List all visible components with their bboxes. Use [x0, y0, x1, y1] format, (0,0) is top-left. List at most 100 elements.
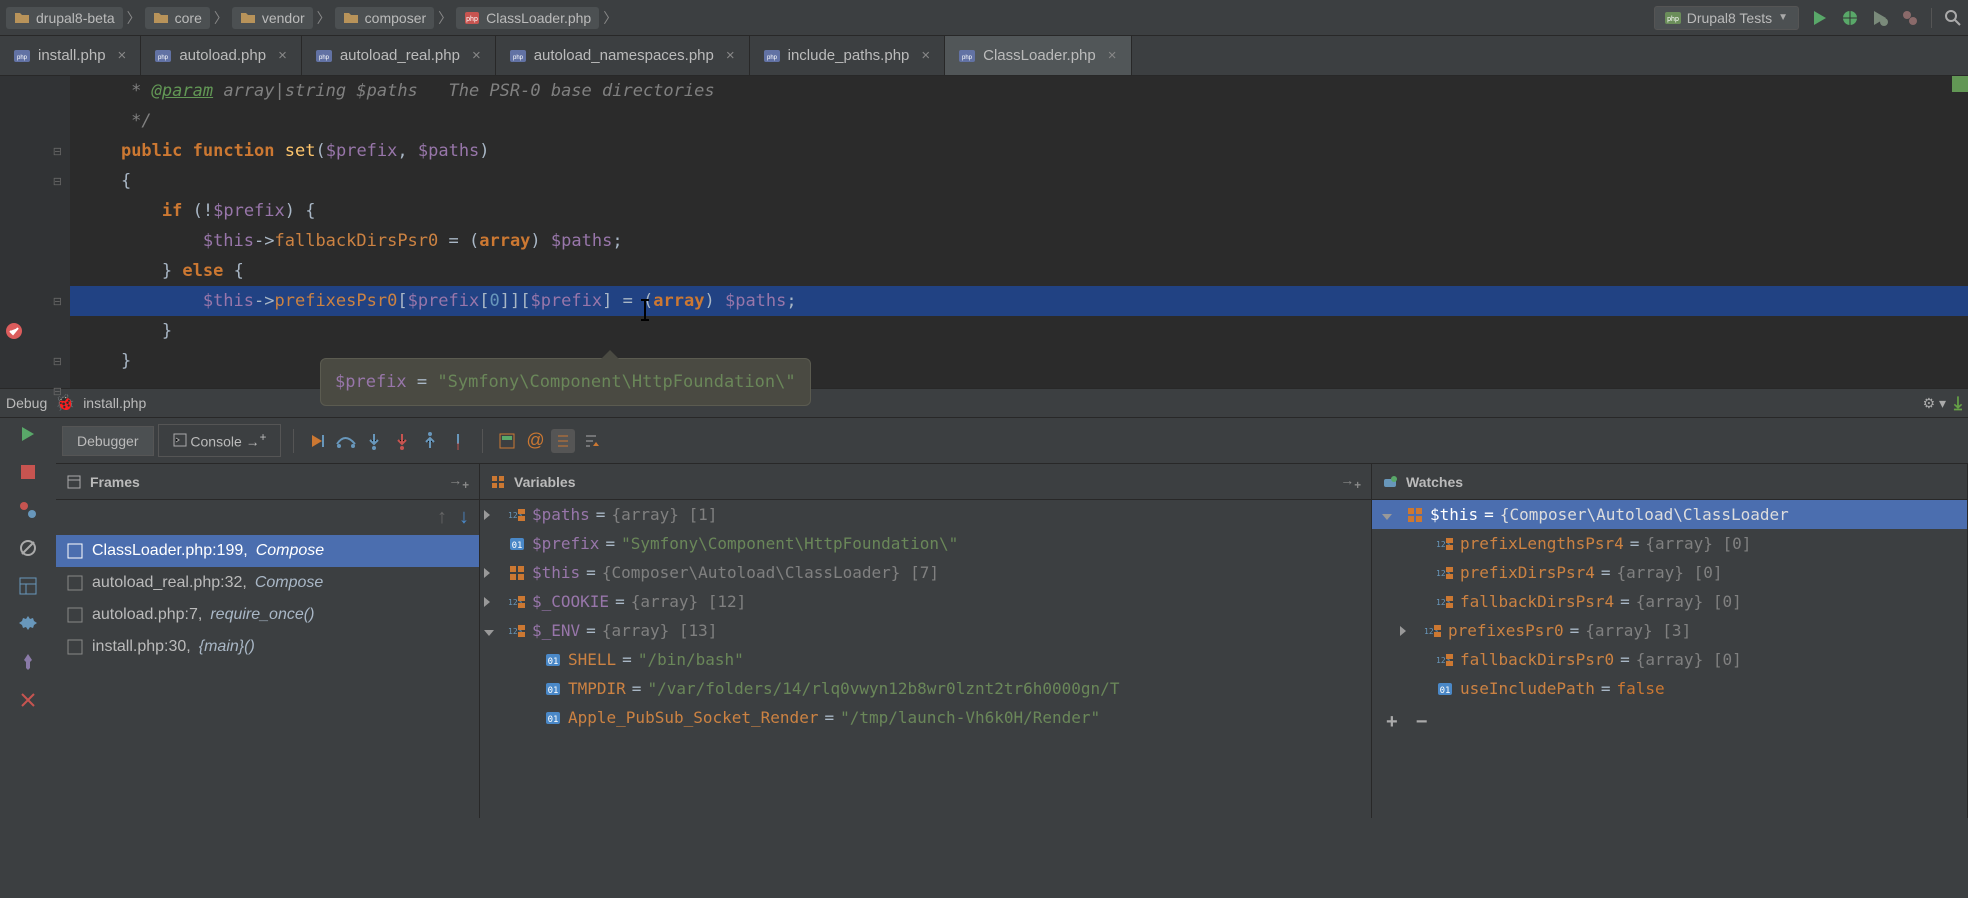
frame-row[interactable]: autoload.php:7, require_once() — [56, 599, 479, 631]
debugger-tab[interactable]: Debugger — [62, 426, 154, 456]
mute-icon[interactable] — [18, 538, 38, 558]
step-into-icon[interactable] — [362, 429, 386, 453]
frame-up-icon[interactable]: ↑ — [437, 506, 447, 529]
coverage-icon[interactable] — [1871, 9, 1889, 27]
popout-icon[interactable]: →+ — [1340, 472, 1361, 492]
close-icon[interactable]: × — [472, 47, 481, 64]
fold-icon[interactable]: ⊟ — [53, 145, 62, 158]
thread-icon[interactable] — [551, 429, 575, 453]
var-row[interactable]: $this = {Composer\Autoload\ClassLoader} … — [480, 558, 1371, 587]
gutter[interactable]: ⊟ ⊟ ⊟ ⊟ ⊟ — [0, 76, 70, 388]
pin-icon[interactable] — [18, 652, 38, 672]
watch-row[interactable]: 01 useIncludePath = false — [1372, 674, 1967, 703]
run-config-dropdown[interactable]: php Drupal8 Tests ▼ — [1654, 6, 1799, 30]
php-icon: php — [316, 48, 332, 64]
pause-break-icon[interactable] — [18, 500, 38, 520]
breakpoint-icon[interactable] — [6, 323, 22, 339]
var-row[interactable]: 123 $_ENV = {array} [13] — [480, 616, 1371, 645]
run-to-cursor-icon[interactable]: I — [446, 429, 470, 453]
close-icon[interactable]: × — [278, 47, 287, 64]
svg-text:01: 01 — [512, 541, 523, 551]
fold-icon[interactable]: ⊟ — [53, 295, 62, 308]
code-area[interactable]: * @param array|string $paths The PSR-0 b… — [70, 76, 1968, 388]
popout-icon[interactable]: →+ — [448, 472, 469, 492]
tab-label: autoload.php — [179, 47, 266, 64]
var-child-row[interactable]: 01 Apple_PubSub_Socket_Render = "/tmp/la… — [480, 703, 1371, 732]
expand-icon[interactable] — [1400, 626, 1406, 636]
watch-row[interactable]: 123 fallbackDirsPsr4 = {array} [0] — [1372, 587, 1967, 616]
top-bar: drupal8-beta〉 core〉 vendor〉 composer〉 ph… — [0, 0, 1968, 36]
expand-icon[interactable] — [484, 568, 490, 578]
close-icon[interactable] — [18, 690, 38, 710]
gear-icon[interactable]: ⚙ ▾ — [1923, 395, 1946, 412]
var-row[interactable]: 01 $prefix = "Symfony\Component\HttpFoun… — [480, 529, 1371, 558]
crumb-2[interactable]: vendor — [232, 7, 313, 29]
close-icon[interactable]: × — [921, 47, 930, 64]
editor-tabs: phpinstall.php× php autoload.php × phpauto… — [0, 36, 1968, 76]
var-row[interactable]: 123 $paths = {array} [1] — [480, 500, 1371, 529]
bug-icon[interactable] — [1841, 9, 1859, 27]
layout-icon[interactable] — [18, 576, 38, 596]
settings-icon[interactable] — [18, 614, 38, 634]
watch-row[interactable]: 123 fallbackDirsPsr0 = {array} [0] — [1372, 645, 1967, 674]
frame-row[interactable]: ClassLoader.php:199, Compose — [56, 535, 479, 567]
debug-panels: Frames →+ ↑ ↓ ClassLoader.php:199, Compo… — [56, 464, 1968, 818]
frames-title: Frames — [90, 474, 140, 490]
tab-include-paths[interactable]: phpinclude_paths.php× — [750, 36, 946, 75]
at-icon[interactable]: @ — [523, 429, 547, 453]
fold-icon[interactable]: ⊟ — [53, 175, 62, 188]
sort-icon[interactable] — [579, 429, 603, 453]
console-tab[interactable]: Console →+ — [158, 424, 282, 457]
breakpoints-icon[interactable] — [1901, 9, 1919, 27]
watch-row[interactable]: 123 prefixDirsPsr4 = {array} [0] — [1372, 558, 1967, 587]
download-icon[interactable]: ⤓ — [1954, 393, 1962, 414]
frame-row[interactable]: autoload_real.php:32, Compose — [56, 567, 479, 599]
close-icon[interactable]: × — [1108, 47, 1117, 64]
var-child-row[interactable]: 01 SHELL = "/bin/bash" — [480, 645, 1371, 674]
collapse-icon[interactable] — [484, 630, 494, 636]
rerun-icon[interactable] — [18, 424, 38, 444]
crumb-label: ClassLoader.php — [486, 10, 591, 26]
step-out-icon[interactable] — [418, 429, 442, 453]
remove-watch-icon[interactable]: − — [1416, 711, 1428, 734]
run-config-label: Drupal8 Tests — [1687, 10, 1772, 26]
step-over-icon[interactable] — [334, 429, 358, 453]
tab-install[interactable]: phpinstall.php× — [0, 36, 141, 75]
crumb-3[interactable]: composer — [335, 7, 434, 29]
tab-autoload-real[interactable]: phpautoload_real.php× — [302, 36, 496, 75]
watch-row[interactable]: 123 prefixLengthsPsr4 = {array} [0] — [1372, 529, 1967, 558]
collapse-icon[interactable] — [1382, 514, 1392, 520]
fold-icon[interactable]: ⊟ — [53, 385, 62, 398]
run-icon[interactable] — [1811, 9, 1829, 27]
var-row[interactable]: 123 $_COOKIE = {array} [12] — [480, 587, 1371, 616]
editor[interactable]: ⊟ ⊟ ⊟ ⊟ ⊟ * @param array|string $paths T… — [0, 76, 1968, 388]
watch-row[interactable]: 123 prefixesPsr0 = {array} [3] — [1372, 616, 1967, 645]
crumb-4[interactable]: phpClassLoader.php — [456, 7, 599, 29]
fold-icon[interactable]: ⊟ — [53, 355, 62, 368]
chevron-icon: 〉 — [214, 8, 228, 28]
close-icon[interactable]: × — [726, 47, 735, 64]
close-icon[interactable]: × — [118, 47, 127, 64]
force-step-into-icon[interactable] — [390, 429, 414, 453]
search-icon[interactable] — [1944, 9, 1962, 27]
top-actions: php Drupal8 Tests ▼ — [1654, 6, 1962, 30]
frame-row[interactable]: install.php:30, {main}() — [56, 631, 479, 663]
frame-down-icon[interactable]: ↓ — [459, 506, 469, 529]
expand-icon[interactable] — [484, 597, 490, 607]
stop-icon[interactable] — [18, 462, 38, 482]
add-watch-icon[interactable]: + — [1386, 711, 1398, 734]
var-child-row[interactable]: 01 TMPDIR = "/var/folders/14/rlq0vwyn12b… — [480, 674, 1371, 703]
evaluate-icon[interactable] — [495, 429, 519, 453]
folder-icon — [343, 10, 359, 26]
watch-root[interactable]: $this = {Composer\Autoload\ClassLoader — [1372, 500, 1967, 529]
crumb-0[interactable]: drupal8-beta — [6, 7, 123, 29]
string-icon: 01 — [508, 535, 526, 553]
tab-autoload-ns[interactable]: phpautoload_namespaces.php× — [496, 36, 750, 75]
tab-autoload[interactable]: phpautoload.php× — [141, 36, 302, 75]
show-exec-point-icon[interactable] — [306, 429, 330, 453]
tab-classloader[interactable]: phpClassLoader.php× — [945, 36, 1131, 75]
php-icon: php — [959, 48, 975, 64]
chevron-icon: 〉 — [317, 8, 331, 28]
crumb-1[interactable]: core — [145, 7, 210, 29]
expand-icon[interactable] — [484, 510, 490, 520]
